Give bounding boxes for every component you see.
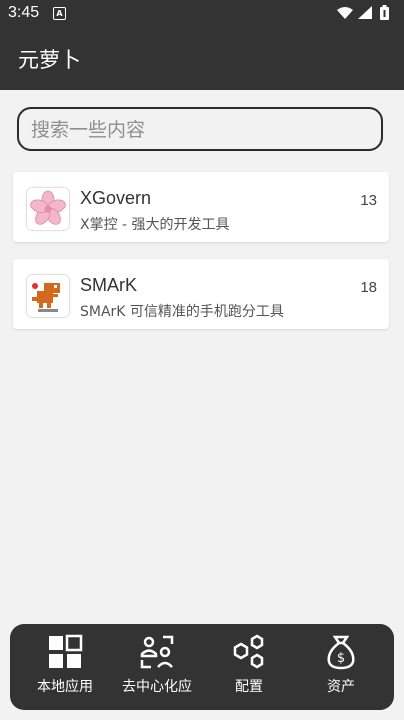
signal-icon: [358, 6, 372, 19]
nav-label: 配置: [235, 679, 263, 695]
search-input[interactable]: [29, 109, 363, 151]
status-bar: 3:45 A: [0, 0, 404, 28]
app-description: X掌控 - 强大的开发工具: [80, 217, 230, 233]
nav-label: 本地应用: [37, 679, 93, 695]
app-name: XGovern: [80, 188, 152, 208]
dinosaur-icon: [27, 275, 69, 317]
svg-text:$: $: [337, 651, 345, 666]
search-box[interactable]: [17, 107, 383, 151]
nav-label: 资产: [327, 679, 355, 695]
nav-config[interactable]: 配置: [204, 634, 294, 706]
app-count: 13: [360, 192, 377, 209]
money-bag-icon: $: [327, 635, 355, 670]
nav-local-apps[interactable]: 本地应用: [20, 634, 110, 706]
hexagons-icon: [233, 634, 264, 669]
sakura-flower-icon: [27, 188, 69, 230]
app-description: SMArK 可信精准的手机跑分工具: [80, 304, 284, 320]
notification-icon: A: [53, 7, 66, 20]
app-bar: 元萝卜: [0, 28, 404, 90]
grid-icon: [49, 634, 83, 668]
app-count: 18: [360, 279, 377, 296]
app-card-smark[interactable]: SMArK SMArK 可信精准的手机跑分工具 18: [13, 259, 389, 329]
people-icon: [140, 635, 174, 669]
app-card-xgovern[interactable]: XGovern X掌控 - 强大的开发工具 13: [13, 172, 389, 242]
app-title: 元萝卜: [18, 48, 81, 72]
battery-icon: [380, 5, 389, 20]
wifi-icon: [337, 7, 353, 19]
nav-decentralized-apps[interactable]: 去中心化应: [112, 634, 202, 706]
nav-assets[interactable]: $ 资产: [296, 634, 386, 706]
nav-label: 去中心化应: [122, 679, 192, 695]
bottom-navigation: 本地应用 去中心化应 配置 $ 资产: [10, 624, 394, 710]
app-name: SMArK: [80, 275, 138, 295]
status-time: 3:45: [8, 4, 40, 21]
system-status-icons: [337, 5, 389, 20]
